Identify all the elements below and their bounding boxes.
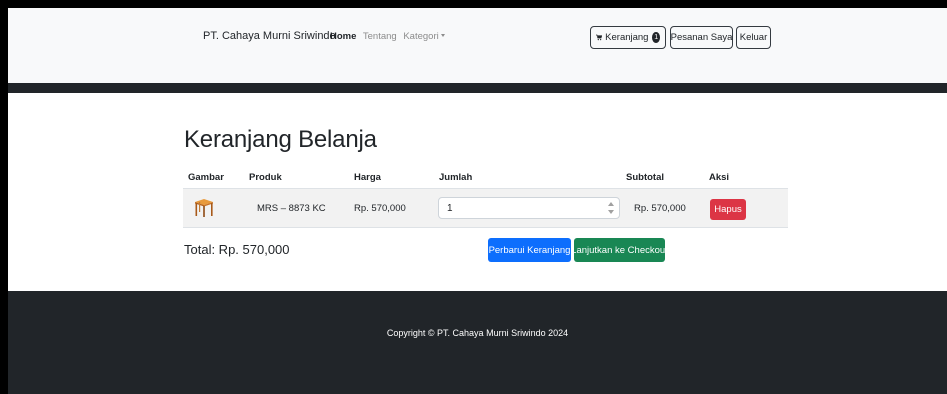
- quantity-value: 1: [447, 202, 453, 214]
- product-subtotal: Rp. 570,000: [634, 203, 686, 214]
- navbar: PT. Cahaya Murni Sriwindo Home Tentang K…: [8, 8, 947, 83]
- product-price: Rp. 570,000: [354, 203, 406, 214]
- cart-count-badge: 1: [652, 32, 660, 43]
- table-icon: [195, 199, 213, 217]
- nav-link-kategori[interactable]: Kategori: [403, 31, 445, 42]
- cart-total: Total: Rp. 570,000: [184, 242, 290, 257]
- page-title: Keranjang Belanja: [184, 126, 377, 153]
- browser-viewport: PT. Cahaya Murni Sriwindo Home Tentang K…: [8, 8, 947, 394]
- spin-up-icon[interactable]: [608, 202, 614, 206]
- column-header-price: Harga: [354, 172, 381, 183]
- column-header-quantity: Jumlah: [439, 172, 473, 183]
- chevron-down-icon: [440, 34, 445, 37]
- cart-button[interactable]: Keranjang 1: [590, 26, 666, 49]
- footer: Copyright © PT. Cahaya Murni Sriwindo 20…: [8, 291, 947, 394]
- spin-down-icon[interactable]: [608, 210, 614, 214]
- navbar-divider: [8, 83, 947, 93]
- column-header-image: Gambar: [188, 172, 224, 183]
- product-name: MRS – 8873 KC: [257, 203, 326, 214]
- quantity-stepper[interactable]: [607, 202, 615, 214]
- quantity-input[interactable]: 1: [438, 197, 620, 219]
- copyright-text: Copyright © PT. Cahaya Murni Sriwindo 20…: [386, 328, 569, 338]
- column-header-product: Produk: [249, 172, 282, 183]
- column-header-action: Aksi: [709, 172, 730, 183]
- brand-name[interactable]: PT. Cahaya Murni Sriwindo: [203, 30, 336, 42]
- nav-links: Home Tentang Kategori: [330, 31, 449, 42]
- logout-button[interactable]: Keluar: [736, 26, 771, 49]
- table-row: MRS – 8873 KC Rp. 570,000 1 Rp. 570,000 …: [183, 188, 788, 228]
- remove-item-button[interactable]: Hapus: [710, 199, 746, 220]
- nav-link-tentang[interactable]: Tentang: [363, 31, 397, 42]
- update-cart-button[interactable]: Perbarui Keranjang: [488, 238, 571, 262]
- my-orders-button[interactable]: Pesanan Saya: [670, 26, 733, 49]
- checkout-button[interactable]: Lanjutkan ke Checkout: [571, 238, 668, 262]
- nav-link-home[interactable]: Home: [330, 31, 356, 42]
- nav-link-kategori-label: Kategori: [403, 31, 439, 42]
- column-header-subtotal: Subtotal: [626, 172, 664, 183]
- cart-icon: [596, 34, 603, 41]
- cart-button-label: Keranjang: [605, 32, 649, 43]
